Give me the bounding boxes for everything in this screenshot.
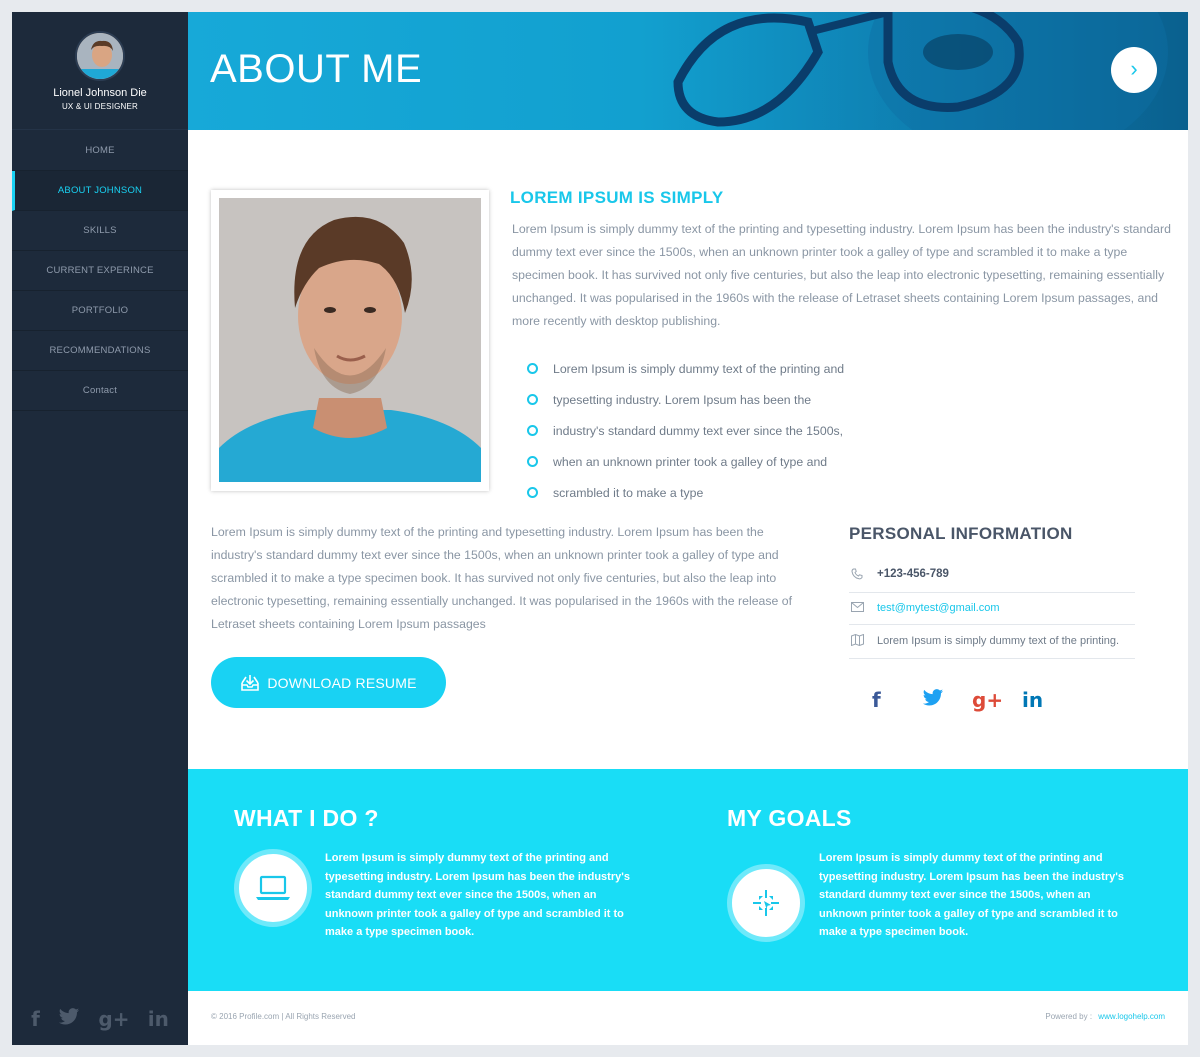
chevron-right-icon: › [1130,56,1138,81]
bullet-ring-icon [527,394,538,405]
address-row: Lorem Ipsum is simply dummy text of the … [849,625,1135,659]
next-page-button[interactable]: › [1111,47,1157,93]
personal-social-links: f g+ in [872,688,1072,713]
target-icon [753,890,779,916]
profile-photo-frame [211,190,489,491]
header-glasses-image [658,12,1188,130]
profile-photo [219,198,481,482]
google-plus-icon[interactable]: g+ [972,688,1022,713]
page-header: ABOUT ME › [188,12,1188,130]
list-item: typesetting industry. Lorem Ipsum has be… [527,390,844,421]
map-icon [849,633,877,649]
laptop-icon [256,875,290,900]
page-title: ABOUT ME [210,47,423,91]
list-item: when an unknown printer took a galley of… [527,452,844,483]
phone-icon [849,568,877,583]
list-item-text: industry's standard dummy text ever sinc… [553,424,844,438]
powered-by-label: Powered by : [1045,1012,1093,1021]
laptop-icon-circle [234,849,312,927]
personal-info-list: +123-456-789 test@mytest@gmail.com Lorem… [849,559,1135,659]
sidebar-item-skills[interactable]: SKILLS [12,211,188,251]
profile-name: Lionel Johnson Die [53,87,147,99]
what-i-do-text: Lorem Ipsum is simply dummy text of the … [325,852,630,938]
profile-block: Lionel Johnson Die UX & UI DESIGNER [12,12,188,130]
what-i-do-title: WHAT I DO ? [234,805,379,831]
twitter-icon[interactable] [922,688,972,713]
list-item: scrambled it to make a type [527,483,844,514]
body-paragraph: Lorem Ipsum is simply dummy text of the … [211,525,793,631]
download-resume-button[interactable]: DOWNLOAD RESUME [211,657,446,708]
sidebar-item-contact[interactable]: Contact [12,371,188,411]
bullet-ring-icon [527,425,538,436]
intro-paragraph: Lorem Ipsum is simply dummy text of the … [512,222,1171,328]
list-item-text: when an unknown printer took a galley of… [553,455,828,469]
powered-by-link[interactable]: www.logohelp.com [1098,1012,1165,1021]
sidebar-social: f g+ in [12,1007,188,1037]
linkedin-icon[interactable]: in [1022,688,1072,713]
facebook-icon[interactable]: f [31,1007,40,1037]
list-item-text: Lorem Ipsum is simply dummy text of the … [553,362,845,376]
linkedin-icon[interactable]: in [148,1007,169,1037]
list-item-text: typesetting industry. Lorem Ipsum has be… [553,393,812,407]
personal-info-title: PERSONAL INFORMATION [849,524,1073,543]
intro-bullet-list: Lorem Ipsum is simply dummy text of the … [527,359,844,514]
phone-number: +123-456-789 [877,568,949,580]
envelope-icon [849,602,877,615]
sidebar: Lionel Johnson Die UX & UI DESIGNER HOME… [12,12,188,1045]
phone-row: +123-456-789 [849,559,1135,593]
list-item: industry's standard dummy text ever sinc… [527,421,844,452]
services-band: WHAT I DO ? Lorem Ipsum is simply dummy … [188,769,1188,991]
address-text: Lorem Ipsum is simply dummy text of the … [877,635,1120,647]
sidebar-item-current-experience[interactable]: CURRENT EXPERINCE [12,251,188,291]
powered-by: Powered by : www.logohelp.com [1045,1012,1165,1021]
profile-role: UX & UI DESIGNER [61,102,139,111]
my-goals-text: Lorem Ipsum is simply dummy text of the … [819,852,1124,938]
sidebar-item-recommendations[interactable]: RECOMMENDATIONS [12,331,188,371]
sidebar-item-home[interactable]: HOME [12,131,188,171]
email-row: test@mytest@gmail.com [849,593,1135,625]
twitter-icon[interactable] [58,1007,80,1037]
target-icon-circle [727,864,805,942]
sidebar-item-portfolio[interactable]: PORTFOLIO [12,291,188,331]
download-icon [241,674,260,691]
copyright-text: © 2016 Profile.com | All Rights Reserved [211,1012,356,1021]
google-plus-icon[interactable]: g+ [98,1007,129,1037]
facebook-icon[interactable]: f [872,688,922,713]
sidebar-item-about-johnson[interactable]: ABOUT JOHNSON [12,171,188,211]
avatar[interactable] [75,31,125,81]
bullet-ring-icon [527,456,538,467]
list-item-text: scrambled it to make a type [553,486,704,500]
bullet-ring-icon [527,487,538,498]
list-item: Lorem Ipsum is simply dummy text of the … [527,359,844,390]
page-footer: © 2016 Profile.com | All Rights Reserved… [188,991,1188,1045]
email-link[interactable]: test@mytest@gmail.com [877,602,1000,614]
download-resume-label: DOWNLOAD RESUME [267,674,417,691]
my-goals-title: MY GOALS [727,805,852,831]
intro-title: LOREM IPSUM IS SIMPLY [510,188,724,207]
bullet-ring-icon [527,363,538,374]
page-frame: Lionel Johnson Die UX & UI DESIGNER HOME… [12,12,1188,1045]
sidebar-nav: HOME ABOUT JOHNSON SKILLS CURRENT EXPERI… [12,131,188,411]
